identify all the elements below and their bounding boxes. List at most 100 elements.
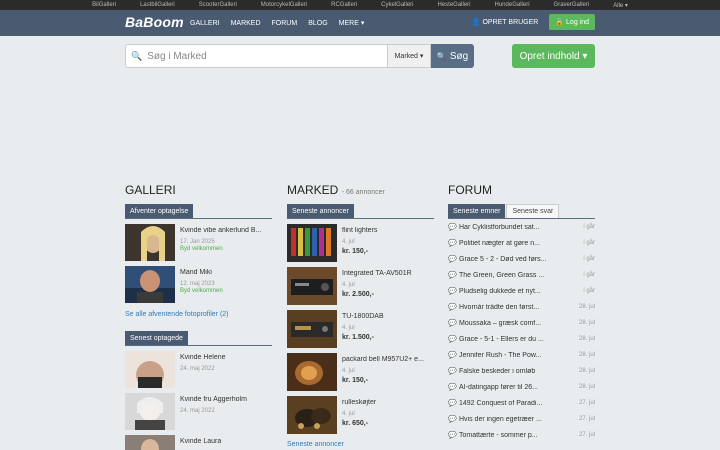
network-link-rcgalleri[interactable]: RCGalleri bbox=[319, 2, 369, 8]
forum-topic[interactable]: 💬 1492 Conquest of Paradi... 27. jul bbox=[448, 395, 595, 411]
comments-icon: 💬 bbox=[448, 272, 457, 279]
network-link-hestegalleri[interactable]: HesteGalleri bbox=[426, 2, 483, 8]
network-link-bilgalleri[interactable]: BilGalleri bbox=[80, 2, 128, 8]
forum-topic[interactable]: 💬 Tomattærte - sommer p... 27. jul bbox=[448, 427, 595, 443]
forum-topic[interactable]: 💬 Pludselig dukkede et nyt... i går bbox=[448, 283, 595, 299]
forum-topic[interactable]: 💬 Har Cyklistforbundet sat... i går bbox=[448, 219, 595, 235]
forum-topic[interactable]: 💬 Jennifer Rush - The Pow... 28. jul bbox=[448, 347, 595, 363]
list-item[interactable]: Kvinde Helene 24. maj 2022 bbox=[125, 351, 272, 388]
list-item[interactable]: TU-1800DAB 4. jul kr. 1.500,- bbox=[287, 310, 434, 348]
comments-icon: 💬 bbox=[448, 416, 457, 423]
tab-seneste-annoncer[interactable]: Seneste annoncer bbox=[287, 204, 354, 218]
login-button[interactable]: 🔒 Log ind bbox=[549, 14, 595, 30]
profile-date: 24. maj 2022 bbox=[180, 366, 215, 372]
comments-icon: 💬 bbox=[448, 240, 457, 247]
list-item[interactable]: Kvinde vibe ankerlund B... 17. Jan 2025 … bbox=[125, 224, 272, 261]
forum-topic[interactable]: 💬 Hvornår trådte den først... 28. jul bbox=[448, 299, 595, 315]
comments-icon: 💬 bbox=[448, 352, 457, 359]
forum-topic[interactable]: 💬 AI-datingapp fører til 26... 28. jul bbox=[448, 379, 595, 395]
list-item[interactable]: Integrated TA-AV501R 4. jul kr. 2.500,- bbox=[287, 267, 434, 305]
topic-title: 1492 Conquest of Paradi... bbox=[459, 399, 543, 407]
opret-bruger-label: OPRET BRUGER bbox=[482, 19, 539, 26]
forum-topic[interactable]: 💬 Politiet nægter at gøre n... i går bbox=[448, 235, 595, 251]
topic-title: Hvornår trådte den først... bbox=[459, 303, 540, 311]
listing-photo bbox=[287, 353, 337, 391]
list-item[interactable]: flint lighters 4. jul kr. 150,- bbox=[287, 224, 434, 262]
welcome-link[interactable]: Byd velkommen bbox=[180, 288, 272, 294]
topic-date: i går bbox=[583, 224, 595, 230]
profile-photo bbox=[125, 224, 175, 261]
galleri-column: GALLERI Afventer optagelse Kvinde vibe a… bbox=[125, 183, 272, 450]
forum-topic[interactable]: 💬 Grace - 5-1 - Ellers er du ... 28. jul bbox=[448, 331, 595, 347]
marked-tabbar: Seneste annoncer bbox=[287, 204, 434, 219]
listing-date: 4. jul bbox=[342, 282, 355, 288]
topic-date: 27. jul bbox=[578, 432, 595, 438]
tab-seneste-emner[interactable]: Seneste emner bbox=[448, 204, 506, 218]
forum-column: FORUM Seneste emner Seneste svar 💬 Har Cy… bbox=[448, 183, 595, 443]
search-button[interactable]: 🔍 Søg bbox=[431, 44, 474, 68]
nav-links: GALLERI MARKED FORUM BLOG MERE ▾ bbox=[190, 10, 375, 36]
listing-photo bbox=[287, 224, 337, 262]
galleri-pending-tabbar: Afventer optagelse bbox=[125, 204, 272, 219]
profile-photo bbox=[125, 266, 175, 303]
topic-date: 28. jul bbox=[578, 304, 595, 310]
seneste-annoncer-link[interactable]: Seneste annoncer bbox=[287, 441, 434, 448]
listing-date: 4. jul bbox=[342, 368, 355, 374]
listing-name: rulleskøjter bbox=[342, 399, 377, 406]
nav-blog[interactable]: BLOG bbox=[308, 20, 327, 27]
profile-date: 17. Jan 2025 bbox=[180, 239, 215, 245]
nav-marked[interactable]: MARKED bbox=[231, 20, 261, 27]
nav-mere[interactable]: MERE ▾ bbox=[339, 19, 365, 27]
listing-price: kr. 650,- bbox=[342, 420, 369, 427]
network-link-lastbilgalleri[interactable]: LastbilGalleri bbox=[128, 2, 187, 8]
main-navbar: BaBoom GALLERI MARKED FORUM BLOG MERE ▾ … bbox=[0, 10, 720, 36]
list-item[interactable]: Kvinde fru Aggerholm 24. maj 2022 bbox=[125, 393, 272, 430]
network-link-gravergalleri[interactable]: GraverGalleri bbox=[542, 2, 602, 8]
comments-icon: 💬 bbox=[448, 320, 457, 327]
listing-photo bbox=[287, 267, 337, 305]
topic-title: Politiet nægter at gøre n... bbox=[459, 239, 540, 247]
forum-topic[interactable]: 💬 Hvis der ingen egetræer ... 27. jul bbox=[448, 411, 595, 427]
listing-date: 4. jul bbox=[342, 411, 355, 417]
comments-icon: 💬 bbox=[448, 304, 457, 311]
network-link-scootergalleri[interactable]: ScooterGalleri bbox=[187, 2, 249, 8]
profile-photo bbox=[125, 435, 175, 450]
nav-galleri[interactable]: GALLERI bbox=[190, 20, 220, 27]
opret-indhold-button[interactable]: Opret indhold ▾ bbox=[512, 44, 595, 68]
opret-bruger-link[interactable]: 👤 OPRET BRUGER bbox=[472, 18, 539, 26]
list-item[interactable]: Mand Miki 12. maj 2023 Byd velkommen bbox=[125, 266, 272, 303]
comments-icon: 💬 bbox=[448, 400, 457, 407]
network-link-cykelgalleri[interactable]: CykelGalleri bbox=[369, 2, 425, 8]
tab-afventer-optagelse[interactable]: Afventer optagelse bbox=[125, 204, 194, 218]
listing-price: kr. 150,- bbox=[342, 248, 369, 255]
search-input[interactable]: 🔍 Søg i Marked bbox=[125, 44, 387, 68]
comments-icon: 💬 bbox=[448, 224, 457, 231]
topic-date: 28. jul bbox=[578, 384, 595, 390]
comments-icon: 💬 bbox=[448, 384, 457, 391]
marked-count: - 66 annoncer bbox=[341, 189, 385, 196]
forum-topic[interactable]: 💬 The Green, Green Grass ... i går bbox=[448, 267, 595, 283]
topic-date: 28. jul bbox=[578, 352, 595, 358]
network-link-motorcykelgalleri[interactable]: MotorcykelGalleri bbox=[249, 2, 319, 8]
nav-forum[interactable]: FORUM bbox=[272, 20, 298, 27]
forum-topic[interactable]: 💬 Grace 5 - 2 - Død ved førs... i går bbox=[448, 251, 595, 267]
network-link-alle[interactable]: Alle ▾ bbox=[601, 2, 640, 9]
tab-senest-optagede[interactable]: Senest optagede bbox=[125, 331, 188, 345]
network-link-hundegalleri[interactable]: HundeGalleri bbox=[483, 2, 542, 8]
search-category-select[interactable]: Marked ▾ bbox=[387, 44, 431, 68]
forum-topic[interactable]: 💬 Falske beskeder i omløb 28. jul bbox=[448, 363, 595, 379]
brand-logo[interactable]: BaBoom bbox=[125, 14, 184, 30]
forum-topic[interactable]: 💬 Moussaka – græsk comf... 28. jul bbox=[448, 315, 595, 331]
profile-name: Kvinde Laura bbox=[180, 438, 222, 445]
more-pending-link[interactable]: Se alle afventende fotoprofiler (2) bbox=[125, 311, 272, 318]
listing-price: kr. 150,- bbox=[342, 377, 369, 384]
welcome-link[interactable]: Byd velkommen bbox=[180, 246, 272, 252]
list-item[interactable]: rulleskøjter 4. jul kr. 650,- bbox=[287, 396, 434, 434]
topic-title: AI-datingapp fører til 26... bbox=[459, 383, 538, 391]
list-item[interactable]: packard bell M957U2+ e... 4. jul kr. 150… bbox=[287, 353, 434, 391]
tab-seneste-svar[interactable]: Seneste svar bbox=[506, 204, 560, 218]
search-button-label: Søg bbox=[449, 50, 469, 62]
list-item[interactable]: Kvinde Laura bbox=[125, 435, 272, 450]
search-placeholder: Søg i Marked bbox=[147, 50, 207, 62]
listing-price: kr. 2.500,- bbox=[342, 291, 374, 298]
